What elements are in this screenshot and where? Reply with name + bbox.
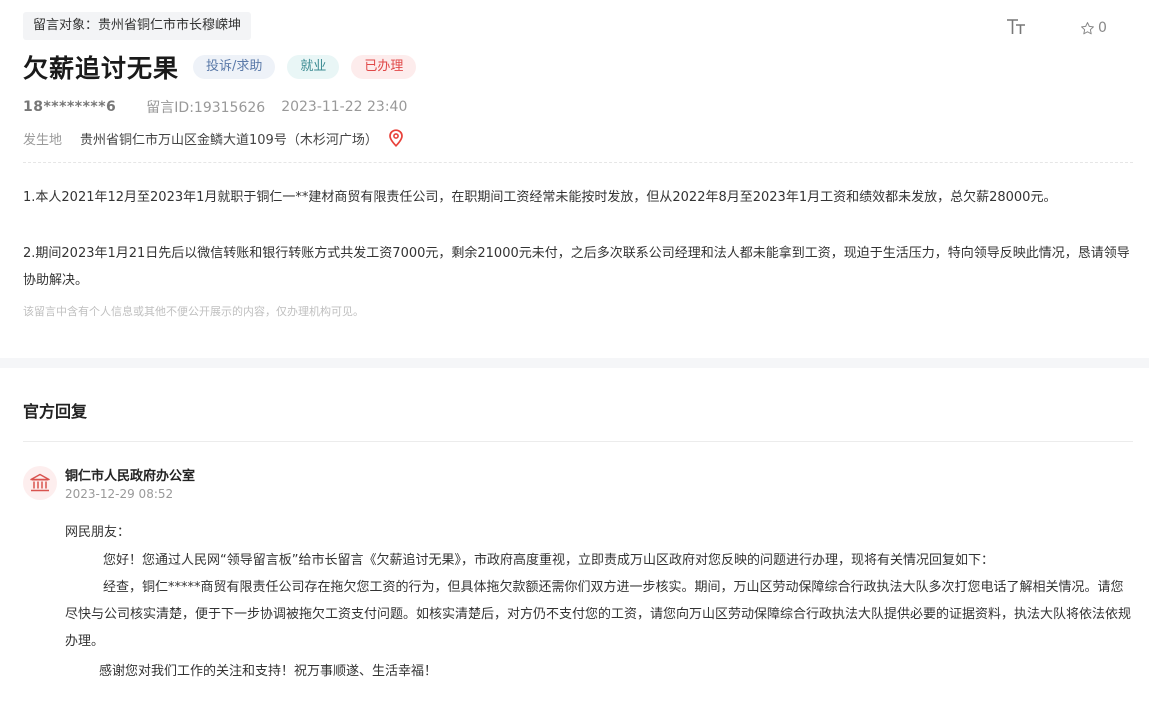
location-label: 发生地 bbox=[23, 132, 63, 148]
message-id: 留言ID:19315626 bbox=[146, 100, 266, 116]
font-size-button[interactable] bbox=[1004, 16, 1028, 38]
section-separator bbox=[0, 358, 1149, 368]
message-paragraph-1: 1.本人2021年12月至2023年1月就职于铜仁一**建材商贸有限责任公司，在… bbox=[23, 190, 1057, 205]
status-badge: 已办理 bbox=[351, 55, 417, 79]
location-value: 贵州省铜仁市万山区金鳞大道109号（木杉河广场） bbox=[80, 132, 378, 148]
font-size-icon bbox=[1007, 19, 1025, 34]
title-row: 欠薪追讨无果 投诉/求助 就业 已办理 bbox=[23, 50, 428, 84]
official-reply-section: 官方回复 铜仁市人民政府办公室 2023-12-29 08:52 网民朋友： 您… bbox=[0, 368, 1149, 711]
message-target-tag: 留言对象：贵州省铜仁市市长穆嵘坤 bbox=[23, 12, 252, 40]
message-title: 欠薪追讨无果 bbox=[23, 54, 180, 83]
favorite-count: 0 bbox=[1098, 20, 1107, 36]
message-meta: 18********6 留言ID:19315626 2023-11-22 23:… bbox=[23, 97, 407, 117]
header-divider bbox=[23, 162, 1133, 163]
message-section: 留言对象：贵州省铜仁市市长穆嵘坤 0 欠薪追讨无果 投诉/求助 就业 已办理 1… bbox=[0, 0, 1149, 358]
star-outline-icon bbox=[1081, 21, 1094, 34]
reply-heading: 官方回复 bbox=[23, 402, 88, 421]
government-building-icon bbox=[30, 473, 50, 492]
reply-paragraph-1: 您好！您通过人民网“领导留言板”给市长留言《欠薪追讨无果》，市政府高度重视，立即… bbox=[103, 553, 994, 568]
reply-time: 2023-12-29 08:52 bbox=[65, 487, 174, 501]
reply-org-name: 铜仁市人民政府办公室 bbox=[65, 469, 196, 484]
avatar bbox=[23, 466, 57, 500]
reply-divider bbox=[23, 441, 1133, 442]
reply-paragraph-2: 经查，铜仁*****商贸有限责任公司存在拖欠您工资的行为，但具体拖欠款额还需你们… bbox=[65, 580, 1132, 649]
message-user: 18********6 bbox=[23, 99, 117, 115]
privacy-note: 该留言中含有个人信息或其他不便公开展示的内容，仅办理机构可见。 bbox=[23, 305, 364, 318]
field-badge: 就业 bbox=[287, 55, 340, 79]
location-pin-icon[interactable] bbox=[388, 129, 404, 147]
category-badge: 投诉/求助 bbox=[193, 55, 276, 79]
reply-paragraph-3: 感谢您对我们工作的关注和支持！祝万事顺遂、生活幸福！ bbox=[99, 664, 438, 679]
message-datetime: 2023-11-22 23:40 bbox=[281, 99, 408, 115]
message-paragraph-2: 2.期间2023年1月21日先后以微信转账和银行转账方式共发工资7000元，剩余… bbox=[23, 246, 1130, 288]
favorite-button[interactable]: 0 bbox=[1080, 18, 1107, 38]
location-row: 发生地 贵州省铜仁市万山区金鳞大道109号（木杉河广场） bbox=[23, 127, 404, 149]
reply-greeting: 网民朋友： bbox=[65, 525, 131, 540]
